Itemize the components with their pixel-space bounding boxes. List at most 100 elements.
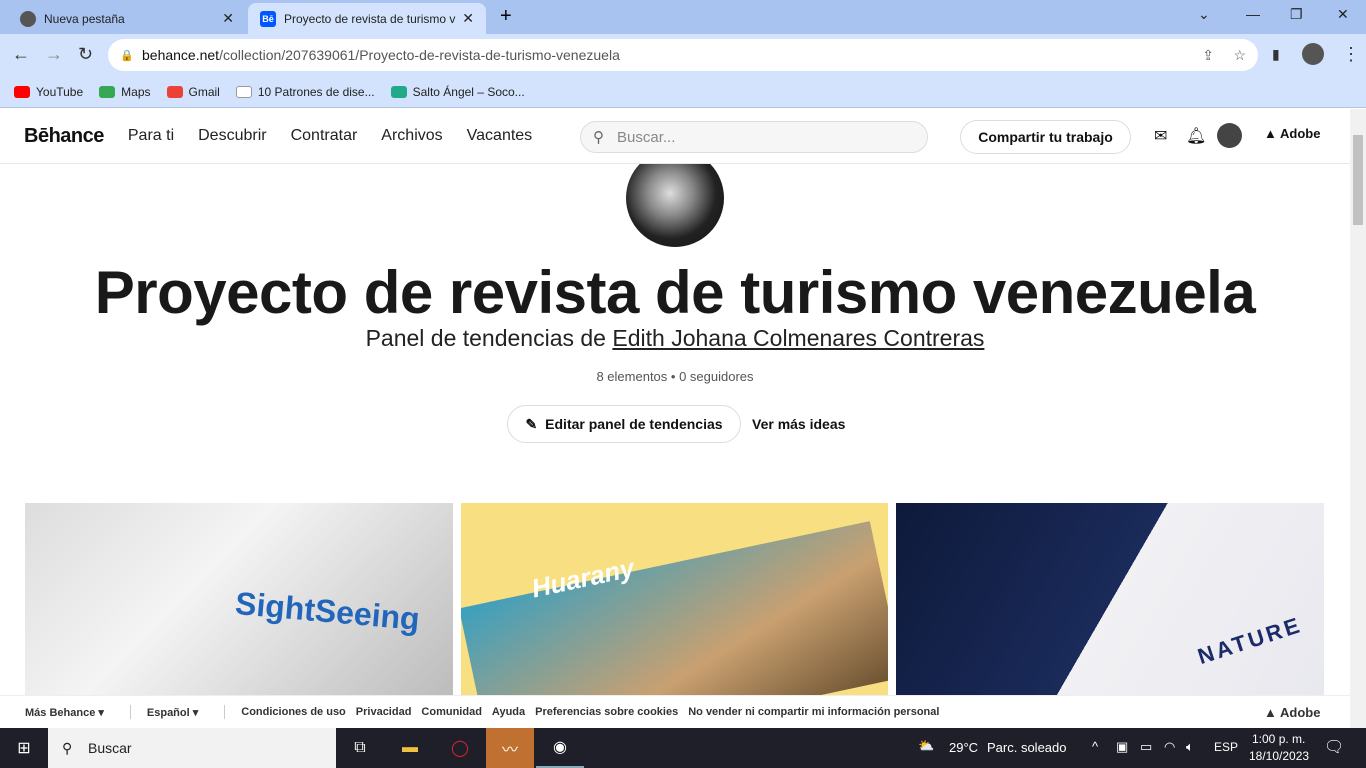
- address-bar[interactable]: 🔒 behance.net/collection/207639061/Proyec…: [108, 39, 1258, 71]
- footer-more-behance[interactable]: Más Behance ▾: [25, 706, 104, 719]
- bookmark-salto-angel[interactable]: Salto Ángel – Soco...: [390, 84, 525, 99]
- bookmark-label: 10 Patrones de dise...: [257, 84, 375, 99]
- weather-text[interactable]: Parc. soleado: [987, 740, 1067, 755]
- youtube-icon: [14, 85, 30, 98]
- behance-favicon-icon: Bē: [260, 10, 276, 27]
- bookmark-label: Maps: [121, 84, 151, 99]
- user-avatar[interactable]: [1217, 123, 1242, 148]
- maps-icon: [99, 85, 116, 98]
- opera-icon[interactable]: ◯: [436, 728, 484, 768]
- footer-community[interactable]: Comunidad: [421, 706, 482, 718]
- footer-help[interactable]: Ayuda: [492, 706, 525, 718]
- adobe-label: Adobe: [1280, 126, 1321, 141]
- clock-date[interactable]: 18/10/2023: [1249, 749, 1309, 763]
- star-icon[interactable]: ☆: [1233, 47, 1246, 64]
- tab-label: Nueva pestaña: [44, 11, 125, 26]
- project-card[interactable]: SightSeeing: [25, 503, 453, 695]
- footer-do-not-sell[interactable]: No vender ni compartir mi información pe…: [688, 706, 939, 718]
- battery-icon[interactable]: ▭: [1140, 739, 1152, 755]
- bell-icon[interactable]: 🔔︎: [1186, 126, 1206, 146]
- volume-icon[interactable]: 🔈︎: [1186, 739, 1194, 755]
- footer-terms[interactable]: Condiciones de uso: [241, 706, 346, 718]
- bookmarks-bar: YouTube Maps Gmail 10 Patrones de dise..…: [0, 76, 1366, 108]
- card-image-text: NATURE: [1194, 611, 1306, 670]
- scrollbar-thumb[interactable]: [1353, 135, 1363, 225]
- wix-icon: [235, 85, 252, 98]
- back-icon[interactable]: ←: [12, 44, 30, 65]
- owner-link[interactable]: Edith Johana Colmenares Contreras: [612, 325, 984, 351]
- file-explorer-icon[interactable]: ▬: [386, 728, 434, 768]
- profile-avatar[interactable]: [1302, 43, 1324, 65]
- tab-new-tab[interactable]: Nueva pestaña ✕: [8, 3, 246, 34]
- share-icon[interactable]: ⇪: [1202, 47, 1214, 64]
- footer-adobe[interactable]: ▲ Adobe: [1264, 705, 1330, 720]
- meet-icon[interactable]: ▣: [1116, 739, 1128, 755]
- task-view-icon[interactable]: ⧉: [336, 728, 384, 768]
- tray-chevron-icon[interactable]: ^: [1092, 739, 1098, 754]
- footer-language[interactable]: Español ▾: [147, 706, 198, 719]
- new-tab-button[interactable]: +: [500, 5, 512, 28]
- search-input[interactable]: ⚲ Buscar...: [580, 121, 928, 153]
- bookmark-maps[interactable]: Maps: [99, 84, 151, 99]
- taskbar-search[interactable]: ⚲ Buscar: [48, 728, 336, 768]
- page-title: Proyecto de revista de turismo venezuela: [94, 259, 1256, 326]
- behance-logo[interactable]: Bēhance: [24, 125, 104, 148]
- gmail-icon: [166, 85, 183, 98]
- taskbar: ⊞ ⚲ Buscar ⧉ ▬ ◯ 〰 ◉ ⛅ 29°C Parc. soleado…: [0, 728, 1366, 768]
- forward-icon[interactable]: →: [45, 44, 63, 65]
- menu-icon[interactable]: ⋮: [1342, 44, 1360, 65]
- mail-icon[interactable]: ✉: [1154, 126, 1167, 146]
- project-card[interactable]: Huarany: [461, 503, 888, 695]
- close-window-button[interactable]: ✕: [1337, 6, 1349, 23]
- project-card[interactable]: NATURE: [896, 503, 1324, 695]
- bookmark-wix[interactable]: 10 Patrones de dise...: [235, 84, 375, 99]
- edit-label: Editar panel de tendencias: [545, 416, 723, 432]
- restore-button[interactable]: ❐: [1290, 6, 1303, 23]
- bookmark-label: YouTube: [36, 84, 84, 99]
- bookmark-youtube[interactable]: YouTube: [14, 85, 83, 99]
- collection-page: Proyecto de revista de turismo venezuela…: [0, 164, 1350, 695]
- search-icon: ⚲: [62, 739, 73, 756]
- collection-subtitle: Panel de tendencias de Edith Johana Colm…: [0, 325, 1350, 352]
- footer-privacy[interactable]: Privacidad: [356, 706, 412, 718]
- owner-avatar[interactable]: [626, 164, 724, 247]
- reload-icon[interactable]: ↻: [78, 44, 93, 65]
- leaf-icon: [390, 85, 407, 98]
- nav-contratar[interactable]: Contratar: [291, 127, 358, 145]
- windows-start-icon[interactable]: ⊞: [0, 728, 48, 768]
- chrome-taskbar-icon[interactable]: ◉: [536, 728, 584, 768]
- bookmark-gmail[interactable]: Gmail: [166, 84, 220, 99]
- waves-app-icon[interactable]: 〰: [486, 728, 534, 768]
- minimize-button[interactable]: —: [1246, 6, 1260, 22]
- weather-temp[interactable]: 29°C: [949, 740, 978, 755]
- url-path: /collection/207639061/Proyecto-de-revist…: [219, 47, 620, 63]
- notifications-icon[interactable]: 🗨︎: [1324, 737, 1344, 757]
- bookmark-label: Salto Ángel – Soco...: [412, 84, 525, 99]
- close-tab-icon[interactable]: ✕: [462, 10, 474, 27]
- share-work-button[interactable]: Compartir tu trabajo: [960, 120, 1131, 154]
- url-domain: behance.net: [142, 47, 220, 63]
- side-panel-icon[interactable]: ▮: [1272, 46, 1280, 63]
- nav-para-ti[interactable]: Para ti: [128, 127, 174, 145]
- nav-descubrir[interactable]: Descubrir: [198, 127, 266, 145]
- more-ideas-link[interactable]: Ver más ideas: [752, 416, 845, 432]
- language-indicator[interactable]: ESP: [1214, 740, 1238, 754]
- nav-vacantes[interactable]: Vacantes: [467, 127, 533, 145]
- collection-stats: 8 elementos • 0 seguidores: [596, 369, 754, 384]
- close-tab-icon[interactable]: ✕: [222, 10, 234, 27]
- adobe-link[interactable]: ▲ Adobe: [1264, 126, 1320, 141]
- scrollbar[interactable]: [1350, 109, 1366, 728]
- weather-icon[interactable]: ⛅: [918, 738, 934, 754]
- nav-archivos[interactable]: Archivos: [381, 127, 442, 145]
- edit-moodboard-button[interactable]: ✎ Editar panel de tendencias: [507, 405, 741, 443]
- tab-label: Proyecto de revista de turismo v: [284, 11, 456, 26]
- footer-cookies[interactable]: Preferencias sobre cookies: [535, 706, 678, 718]
- footer: Más Behance ▾ Español ▾ Condiciones de u…: [0, 695, 1350, 728]
- search-placeholder: Buscar...: [617, 128, 676, 146]
- tab-search-icon[interactable]: ⌄: [1198, 6, 1210, 23]
- wifi-icon[interactable]: ◠: [1164, 739, 1175, 755]
- clock-time[interactable]: 1:00 p. m.: [1252, 732, 1305, 746]
- bookmark-label: Gmail: [188, 84, 220, 99]
- tab-behance[interactable]: Bē Proyecto de revista de turismo v ✕: [248, 3, 486, 34]
- card-image-text: SightSeeing: [233, 585, 422, 637]
